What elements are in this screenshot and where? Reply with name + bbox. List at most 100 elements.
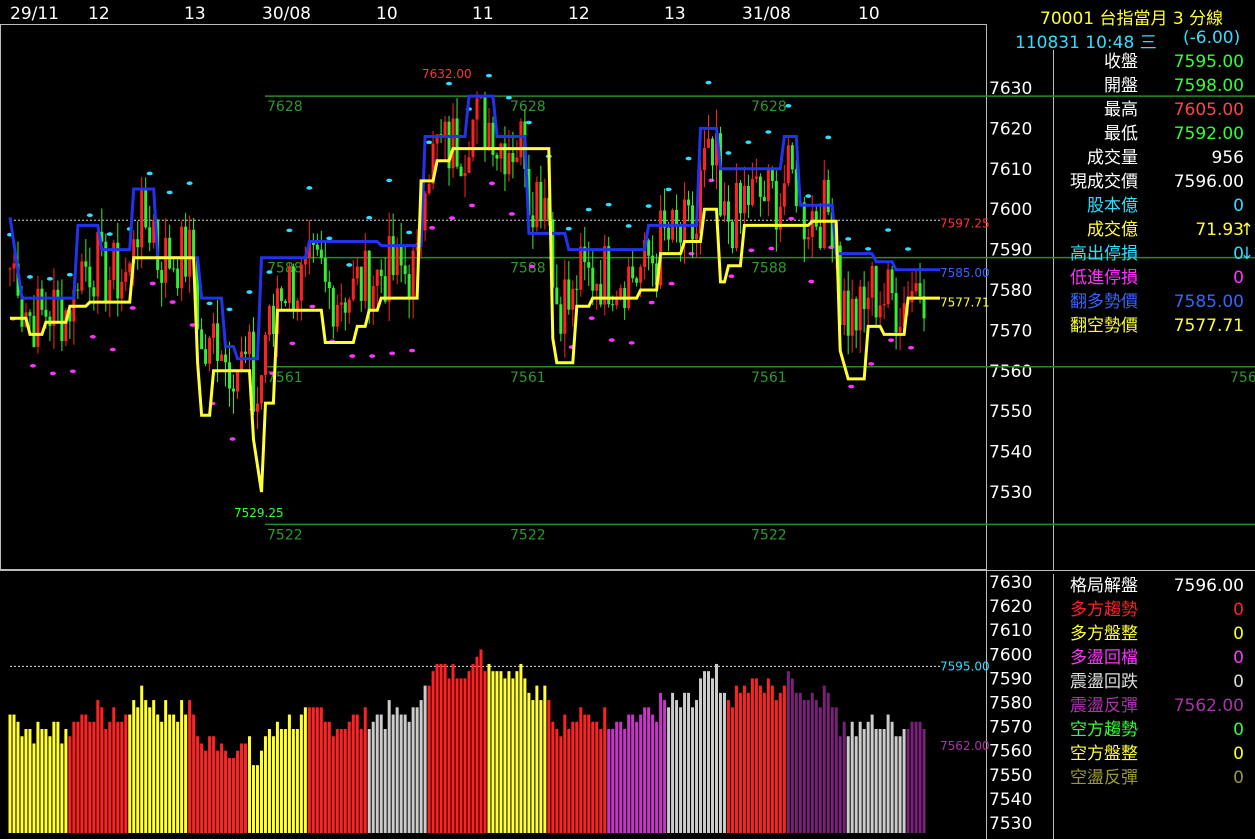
candle-body	[335, 304, 339, 327]
info-panel-row: 開盤 7598.00	[1058, 74, 1248, 98]
pattern-bar	[263, 736, 267, 833]
candle-body	[738, 182, 742, 214]
pattern-bar	[575, 721, 579, 833]
pattern-bar	[335, 729, 339, 833]
candle-body	[587, 262, 591, 268]
pattern-bar	[754, 678, 758, 833]
pattern-bar	[667, 707, 671, 833]
pattern-bar	[806, 700, 810, 833]
pattern-bar	[774, 700, 778, 833]
pattern-bar	[24, 729, 28, 833]
row-value: 7596.00	[1173, 172, 1244, 192]
candle-body	[32, 315, 36, 347]
candle-body	[894, 293, 898, 333]
candle-body	[886, 269, 890, 305]
pattern-bar	[671, 692, 675, 833]
candle-body	[148, 227, 152, 243]
pattern-bar	[192, 714, 196, 833]
pattern-bar	[894, 736, 898, 833]
candle-body	[758, 176, 762, 197]
pattern-bar	[527, 692, 531, 833]
info-panel-row: 收盤 7595.00	[1058, 50, 1248, 74]
pattern-bar	[595, 721, 599, 833]
pattern-bar	[718, 692, 722, 833]
pattern-bar	[351, 714, 355, 833]
candle-body	[611, 304, 615, 306]
pattern-bar	[236, 750, 240, 833]
stop-low-marker	[229, 437, 236, 441]
candle-body	[351, 278, 355, 300]
pattern-bar	[152, 700, 156, 833]
pattern-bar	[603, 707, 607, 833]
stop-low-marker	[908, 345, 915, 350]
pattern-bar	[663, 700, 667, 833]
pattern-bar	[423, 685, 427, 833]
candle-body	[790, 145, 794, 170]
candle-body	[259, 375, 263, 404]
candle-body	[359, 266, 363, 301]
row-label: 空方趨勢	[1070, 720, 1138, 740]
pattern-bar	[100, 707, 104, 833]
stop-high-marker	[485, 73, 492, 78]
row-value: 0	[1233, 720, 1244, 740]
row-label: 成交量	[1087, 148, 1138, 168]
candle-body	[710, 138, 714, 166]
pattern-bar	[323, 721, 327, 833]
level-label: 7522	[751, 527, 787, 543]
price-annotation: 7585.00	[940, 266, 990, 280]
time-tick-label: 30/08	[262, 4, 311, 24]
info-panel-row: 成交量 956	[1058, 146, 1248, 170]
pattern-bar	[391, 714, 395, 833]
stop-low-marker	[488, 181, 495, 186]
stop-high-marker	[166, 190, 173, 195]
stop-high-marker	[805, 194, 812, 198]
pattern-bar	[675, 700, 679, 833]
row-value: 0	[1233, 744, 1244, 764]
level-label: 756	[1230, 370, 1255, 386]
candle-body	[786, 145, 790, 184]
pattern-bar	[830, 707, 834, 833]
candle-body	[347, 299, 351, 313]
pattern-bar	[327, 721, 331, 833]
candle-body	[136, 239, 140, 248]
pattern-bar	[455, 678, 459, 833]
pattern-bar	[599, 729, 603, 833]
pattern-bar	[818, 707, 822, 833]
y-tick-label: 7590	[989, 669, 1032, 689]
stop-low-marker	[69, 369, 76, 374]
stop-high-marker	[765, 130, 772, 134]
lower-panel-row: 多方盤整 0	[1058, 622, 1248, 646]
pattern-bar	[279, 729, 283, 833]
candle-body	[12, 263, 16, 269]
pattern-bar	[68, 736, 72, 833]
stop-high-marker	[66, 272, 73, 277]
pattern-bar	[399, 714, 403, 833]
pattern-bar	[511, 678, 515, 833]
candle-body	[363, 250, 367, 301]
row-label: 開盤	[1104, 76, 1138, 96]
pattern-bar	[707, 671, 710, 833]
pattern-bar	[435, 663, 439, 833]
pattern-bar	[463, 678, 467, 833]
pattern-bar	[347, 721, 351, 833]
pattern-bar	[255, 765, 259, 833]
pattern-bar	[898, 736, 902, 833]
pattern-bar	[810, 692, 814, 833]
candle-body	[299, 264, 303, 301]
pattern-bar	[563, 714, 567, 833]
pattern-bar	[922, 729, 926, 833]
stop-low-marker	[628, 341, 635, 345]
pattern-bar	[212, 736, 216, 833]
info-panel-row: 現成交價 7596.00	[1058, 170, 1248, 194]
pattern-bar	[475, 656, 479, 833]
candle-body	[463, 172, 467, 177]
pattern-bar	[240, 743, 243, 833]
info-panel-row: 最低 7592.00	[1058, 122, 1248, 146]
y-tick-label: 7600	[989, 645, 1032, 665]
pattern-bar	[766, 678, 770, 833]
candle-body	[770, 169, 774, 181]
row-value: 0	[1233, 624, 1244, 644]
pattern-bar	[176, 721, 180, 833]
pattern-bar	[407, 721, 411, 833]
row-label: 成交億	[1087, 220, 1138, 240]
